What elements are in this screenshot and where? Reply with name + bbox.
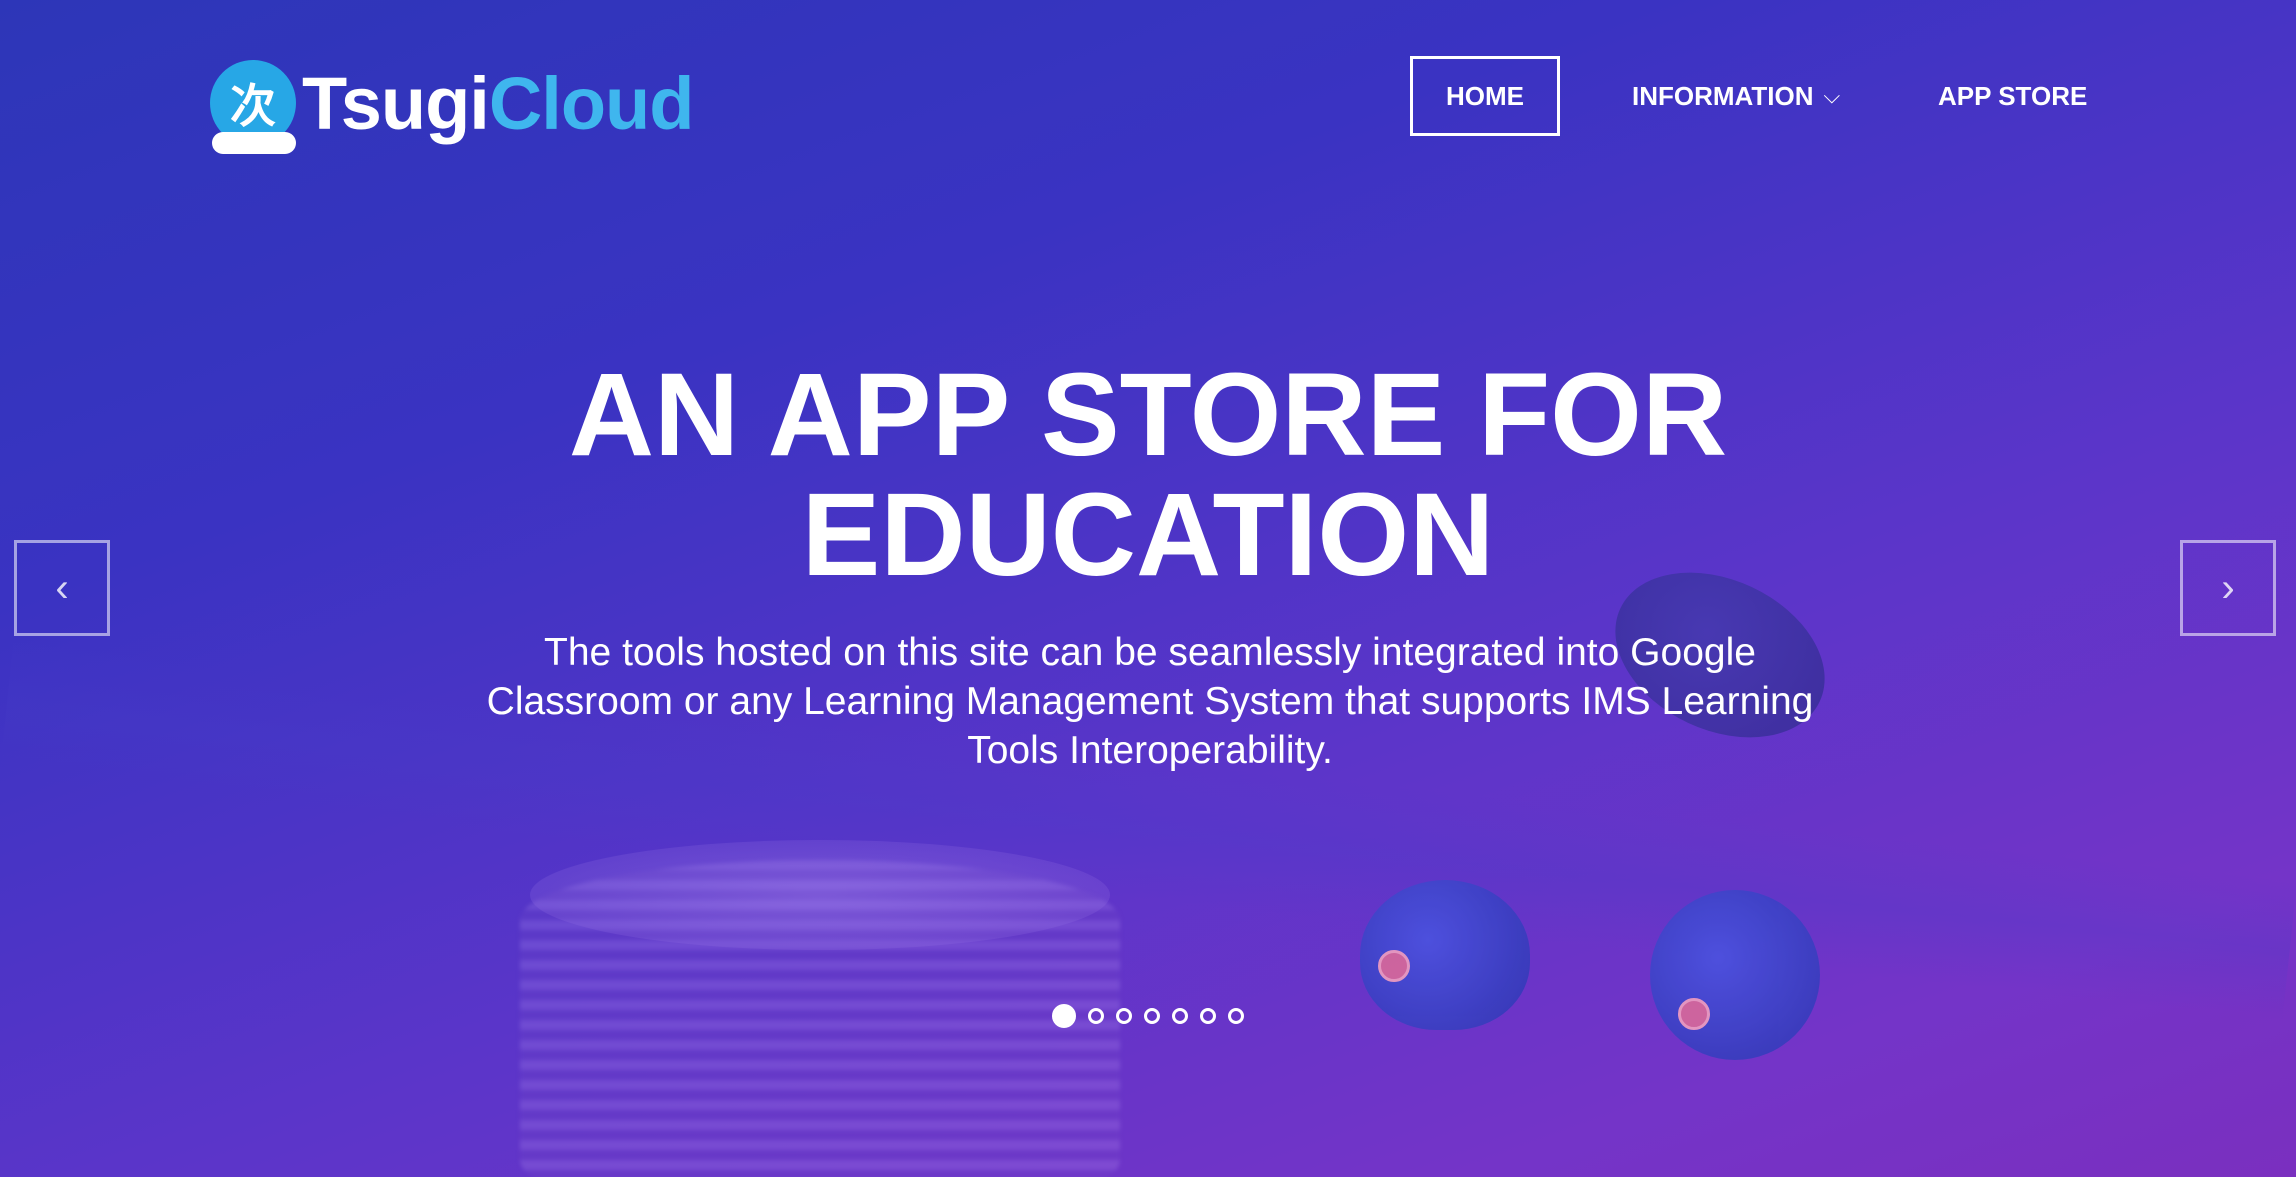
hero-headline: AN APP STORE FOR EDUCATION	[568, 349, 1728, 601]
carousel-dot[interactable]	[1052, 1004, 1076, 1028]
chevron-left-icon: ‹	[55, 565, 69, 610]
carousel-dot[interactable]	[1172, 1008, 1188, 1024]
carousel-dot[interactable]	[1116, 1008, 1132, 1024]
carousel-indicators	[0, 1004, 2296, 1028]
hero-carousel: 次 TsugiCloud HOME INFORMATION ⌵ APP STOR…	[0, 0, 2296, 1177]
pen-cap-image	[1650, 890, 1820, 1060]
hero-description: The tools hosted on this site can be sea…	[486, 631, 1814, 772]
chevron-right-icon: ›	[2221, 565, 2235, 610]
site-logo[interactable]: 次 TsugiCloud	[210, 58, 694, 154]
carousel-dot[interactable]	[1228, 1008, 1244, 1024]
nav-information-dropdown[interactable]: INFORMATION ⌵	[1632, 58, 1840, 134]
carousel-dot[interactable]	[1144, 1008, 1160, 1024]
coin-top-image	[530, 840, 1110, 950]
nav-home-link[interactable]: HOME	[1410, 56, 1560, 136]
carousel-next-button[interactable]: ›	[2180, 540, 2276, 636]
nav-app-store-link[interactable]: APP STORE	[1938, 58, 2087, 134]
chevron-down-icon: ⌵	[1823, 83, 1841, 108]
tsugi-logo-icon: 次	[210, 60, 296, 154]
carousel-dot[interactable]	[1200, 1008, 1216, 1024]
carousel-prev-button[interactable]: ‹	[14, 540, 110, 636]
site-name: TsugiCloud	[302, 61, 694, 145]
carousel-dot[interactable]	[1088, 1008, 1104, 1024]
